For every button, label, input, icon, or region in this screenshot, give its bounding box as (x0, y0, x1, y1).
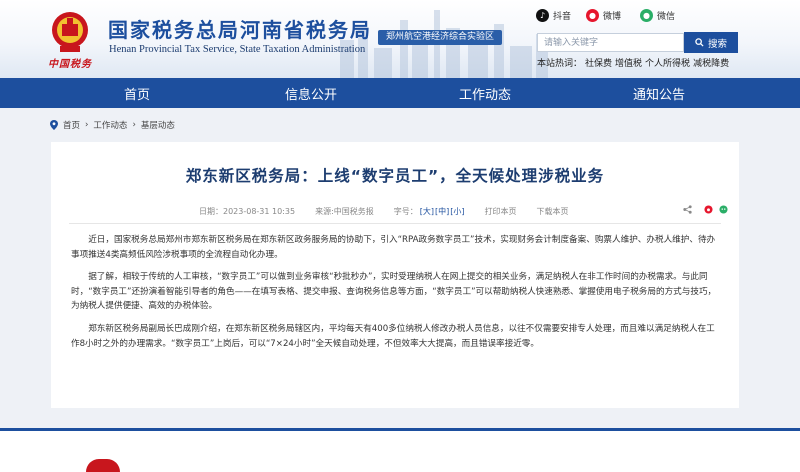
social-weibo[interactable]: ● 微博 (586, 9, 621, 22)
social-weibo-label: 微博 (603, 12, 622, 22)
share-icon[interactable] (682, 204, 692, 214)
article-source: 来源:中国税务报 (315, 207, 374, 216)
wechat-icon: ● (640, 9, 653, 22)
breadcrumb-home[interactable]: 首页 (63, 119, 80, 131)
breadcrumb-work-news[interactable]: 工作动态 (93, 119, 127, 131)
main-nav: 首页 信息公开 工作动态 通知公告 (0, 78, 800, 108)
font-size-label: 字号： (393, 207, 418, 216)
wechat-share-icon[interactable] (718, 204, 728, 214)
font-size-medium[interactable]: [中] (435, 206, 449, 217)
nav-item-info-disclosure[interactable]: 信息公开 (224, 78, 398, 108)
hotword-link[interactable]: 社保费 (585, 56, 612, 69)
font-size-large[interactable]: [大] (420, 206, 434, 217)
site-title[interactable]: 国家税务总局河南省税务局 (108, 14, 372, 43)
nav-item-home[interactable]: 首页 (50, 78, 224, 108)
breadcrumb: 首页 › 工作动态 › 基层动态 (50, 119, 175, 131)
hotword-link[interactable]: 增值税 (615, 56, 642, 69)
hotwords: 本站热词： 社保费 增值税 个人所得税 减税降费 (537, 56, 729, 69)
site-subtitle: Henan Provincial Tax Service, State Taxa… (109, 44, 366, 55)
article-title: 郑东新区税务局：上线“数字员工”，全天候处理涉税业务 (185, 167, 605, 185)
site-footer (0, 431, 800, 472)
social-wechat-label: 微信 (657, 12, 676, 22)
breadcrumb-separator: › (132, 120, 136, 130)
article-meta: 日期：2023-08-31 10:35 来源:中国税务报 字号： [大] [中]… (199, 206, 575, 217)
douyin-icon: ♪ (536, 9, 549, 22)
article-date: 日期：2023-08-31 10:35 (199, 207, 296, 216)
article-paragraph: 郑东新区税务局副局长巴成刚介绍，在郑东新区税务局辖区内，平均每天有400多位纳税… (71, 323, 715, 349)
weibo-icon: ● (586, 9, 599, 22)
article-paragraph: 据了解，相较于传统的人工审核，“数字员工”可以做到业务审核“秒批秒办”，实时受理… (71, 272, 717, 312)
footer-emblem-icon (86, 459, 120, 472)
location-pin-icon (50, 120, 58, 130)
search-button-label: 搜索 (707, 38, 727, 50)
weibo-share-icon[interactable] (703, 204, 713, 214)
hotword-link[interactable]: 个人所得税 (645, 56, 690, 69)
search-input[interactable] (537, 33, 684, 52)
hotword-link[interactable]: 减税降费 (693, 56, 729, 69)
social-douyin-label: 抖音 (553, 12, 572, 22)
site-header: 中国税务 国家税务总局河南省税务局 Henan Provincial Tax S… (0, 0, 800, 78)
tax-emblem-icon (52, 12, 88, 52)
print-page-link[interactable]: 打印本页 (485, 206, 517, 217)
font-size-small[interactable]: [小] (450, 206, 464, 217)
download-page-link[interactable]: 下载本页 (537, 206, 569, 217)
nav-item-notices[interactable]: 通知公告 (572, 78, 746, 108)
article-paragraph: 近日，国家税务总局郑州市郑东新区税务局在郑东新区政务服务局的协助下，引入“RPA… (71, 235, 716, 260)
social-wechat[interactable]: ● 微信 (640, 9, 675, 22)
article-card: 郑东新区税务局：上线“数字员工”，全天候处理涉税业务 日期：2023-08-31… (51, 142, 739, 408)
breadcrumb-separator: › (85, 120, 89, 130)
search-icon (695, 38, 704, 47)
zone-badge[interactable]: 郑州航空港经济综合实验区 (378, 30, 503, 45)
search-button[interactable]: 搜索 (684, 32, 738, 53)
article-divider (69, 223, 721, 224)
nav-item-work-news[interactable]: 工作动态 (398, 78, 572, 108)
brand-script-logo: 中国税务 (48, 59, 92, 70)
hotwords-label: 本站热词： (537, 59, 583, 69)
breadcrumb-current[interactable]: 基层动态 (141, 119, 175, 131)
social-douyin[interactable]: ♪ 抖音 (536, 9, 571, 22)
article-body: 近日，国家税务总局郑州市郑东新区税务局在郑东新区政务服务局的协助下，引入“RPA… (71, 233, 719, 359)
